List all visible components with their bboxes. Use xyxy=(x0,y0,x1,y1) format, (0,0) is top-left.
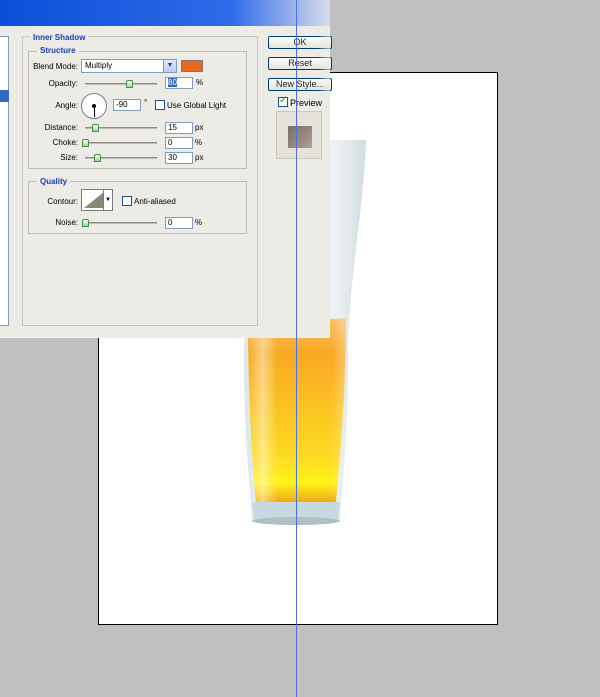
angle-input[interactable]: -90 xyxy=(113,99,141,111)
noise-input[interactable]: 0 xyxy=(165,217,193,229)
ok-button[interactable]: OK xyxy=(268,36,332,49)
preview-swatch xyxy=(288,126,312,148)
distance-slider-thumb[interactable] xyxy=(92,124,99,132)
contour-label: Contour: xyxy=(47,197,78,206)
opacity-label: Opacity: xyxy=(48,79,78,88)
quality-group-title: Quality xyxy=(37,177,71,186)
noise-slider-thumb[interactable] xyxy=(82,219,89,227)
contour-picker[interactable]: ▼ xyxy=(81,189,113,211)
size-unit: px xyxy=(195,153,204,162)
blend-mode-value: Multiply xyxy=(85,61,113,70)
layer-style-dialog: Inner Shadow Structure Blend Mode: Multi… xyxy=(0,0,332,338)
opacity-unit: % xyxy=(196,78,204,87)
opacity-slider[interactable] xyxy=(85,83,157,85)
distance-input[interactable]: 15 xyxy=(165,122,193,134)
chevron-down-icon[interactable]: ▼ xyxy=(103,190,112,210)
styles-list[interactable] xyxy=(0,36,9,326)
use-global-light-label: Use Global Light xyxy=(167,101,227,110)
opacity-slider-thumb[interactable] xyxy=(126,80,133,88)
anti-aliased-label: Anti-aliased xyxy=(134,197,176,206)
angle-dial[interactable] xyxy=(81,93,107,119)
style-preview-thumbnail xyxy=(276,111,322,159)
preview-checkbox[interactable] xyxy=(278,95,288,107)
choke-input[interactable]: 0 xyxy=(165,137,193,149)
use-global-light-checkbox[interactable] xyxy=(155,100,165,110)
anti-aliased-checkbox[interactable] xyxy=(122,196,132,206)
vertical-guide xyxy=(296,0,297,697)
angle-unit: ° xyxy=(144,98,148,107)
reset-button[interactable]: Reset xyxy=(268,57,332,70)
contour-preview-icon xyxy=(84,192,104,208)
angle-label: Angle: xyxy=(55,101,78,110)
panel-title: Inner Shadow xyxy=(30,33,89,42)
opacity-input[interactable]: 80 xyxy=(165,77,193,89)
choke-slider-thumb[interactable] xyxy=(82,139,89,147)
preview-label: Preview xyxy=(290,98,323,108)
styles-list-selected-item[interactable] xyxy=(0,90,9,102)
blend-mode-label: Blend Mode: xyxy=(33,62,78,71)
chevron-down-icon[interactable]: ▼ xyxy=(163,60,176,72)
size-label: Size: xyxy=(60,153,78,162)
distance-unit: px xyxy=(195,123,204,132)
new-style-button[interactable]: New Style... xyxy=(268,78,332,91)
noise-label: Noise: xyxy=(55,218,78,227)
choke-label: Choke: xyxy=(52,138,78,147)
distance-label: Distance: xyxy=(44,123,78,132)
noise-slider[interactable] xyxy=(85,222,157,224)
shadow-color-swatch[interactable] xyxy=(181,60,203,72)
blend-mode-select[interactable]: Multiply ▼ xyxy=(81,59,177,73)
choke-unit: % xyxy=(195,138,203,147)
dialog-title-bar[interactable] xyxy=(0,0,330,26)
choke-slider[interactable] xyxy=(85,142,157,144)
structure-group-title: Structure xyxy=(37,46,79,55)
size-input[interactable]: 30 xyxy=(165,152,193,164)
size-slider-thumb[interactable] xyxy=(94,154,101,162)
noise-unit: % xyxy=(195,218,203,227)
